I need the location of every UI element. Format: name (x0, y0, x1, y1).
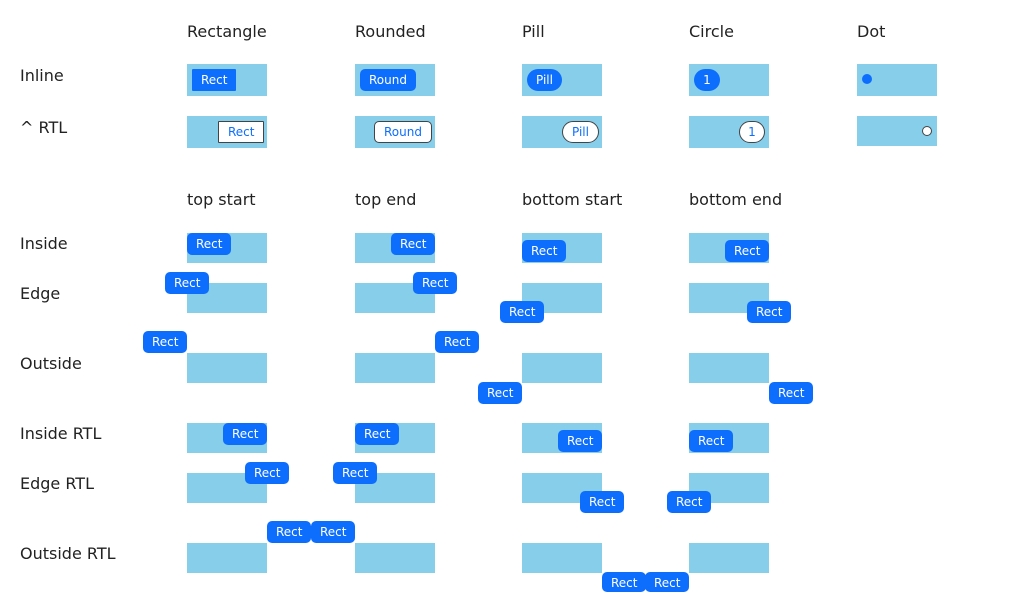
badge-outside-rtl-top-end: Rect (311, 521, 356, 543)
badge-pill-rtl: Pill (562, 121, 599, 143)
host-box (355, 543, 435, 573)
host-box: Round (355, 116, 435, 148)
column-header-rounded: Rounded (355, 22, 426, 41)
badge-rounded-rtl: Round (374, 121, 432, 143)
badge-edge-top-start: Rect (165, 272, 210, 294)
row-label-rtl: ^ RTL (20, 118, 68, 137)
badge-dot (862, 74, 872, 84)
badge-inside-rtl-bottom-start: Rect (558, 430, 603, 452)
column-header-rectangle: Rectangle (187, 22, 267, 41)
badge-circle-rtl: 1 (739, 121, 765, 143)
badge-outside-rtl-top-start: Rect (267, 521, 312, 543)
host-box (187, 543, 267, 573)
badge-edge-bottom-end: Rect (747, 301, 792, 323)
row-label-edge-rtl: Edge RTL (20, 474, 94, 493)
badge-rounded: Round (360, 69, 416, 91)
column-header-bottom-end: bottom end (689, 190, 783, 209)
badge-inside-top-end: Rect (391, 233, 436, 255)
badge-circle: 1 (694, 69, 720, 91)
badge-inside-rtl-bottom-end: Rect (689, 430, 734, 452)
host-box: 1 (689, 64, 769, 96)
column-header-top-start: top start (187, 190, 256, 209)
host-box: 1 (689, 116, 769, 148)
host-box (522, 543, 602, 573)
badge-outside-rtl-bottom-end: Rect (645, 572, 690, 592)
row-label-outside-rtl: Outside RTL (20, 544, 116, 563)
column-header-bottom-start: bottom start (522, 190, 623, 209)
row-label-inline: Inline (20, 66, 64, 85)
host-box (355, 353, 435, 383)
host-box (522, 353, 602, 383)
badge-edge-rtl-bottom-start: Rect (580, 491, 625, 513)
row-label-inside: Inside (20, 234, 68, 253)
column-header-pill: Pill (522, 22, 545, 41)
badge-pill: Pill (527, 69, 562, 91)
badge-rectangle: Rect (192, 69, 237, 91)
column-header-circle: Circle (689, 22, 734, 41)
row-label-outside: Outside (20, 354, 82, 373)
badge-outside-bottom-start: Rect (478, 382, 523, 404)
row-label-edge: Edge (20, 284, 61, 303)
badge-rectangle-rtl: Rect (218, 121, 265, 143)
host-box (187, 353, 267, 383)
badge-inside-rtl-top-end: Rect (355, 423, 400, 445)
host-box: Pill (522, 64, 602, 96)
badge-outside-bottom-end: Rect (769, 382, 814, 404)
host-box (689, 353, 769, 383)
badge-edge-rtl-top-start: Rect (245, 462, 290, 484)
badge-edge-bottom-start: Rect (500, 301, 545, 323)
badge-edge-rtl-bottom-end: Rect (667, 491, 712, 513)
badge-edge-top-end: Rect (413, 272, 458, 294)
badge-edge-rtl-top-end: Rect (333, 462, 378, 484)
badge-dot-rtl (922, 126, 932, 136)
column-header-dot: Dot (857, 22, 886, 41)
host-box: Rect (187, 64, 267, 96)
host-box (689, 543, 769, 573)
row-label-inside-rtl: Inside RTL (20, 424, 102, 443)
badge-outside-rtl-bottom-start: Rect (602, 572, 647, 592)
column-header-top-end: top end (355, 190, 417, 209)
host-box (857, 64, 937, 96)
badge-inside-bottom-start: Rect (522, 240, 567, 262)
badge-outside-top-end: Rect (435, 331, 480, 353)
badge-outside-top-start: Rect (143, 331, 188, 353)
host-box: Round (355, 64, 435, 96)
badge-inside-top-start: Rect (187, 233, 232, 255)
badge-inside-rtl-top-start: Rect (223, 423, 268, 445)
host-box: Pill (522, 116, 602, 148)
host-box (857, 116, 937, 146)
host-box: Rect (187, 116, 267, 148)
badge-inside-bottom-end: Rect (725, 240, 770, 262)
